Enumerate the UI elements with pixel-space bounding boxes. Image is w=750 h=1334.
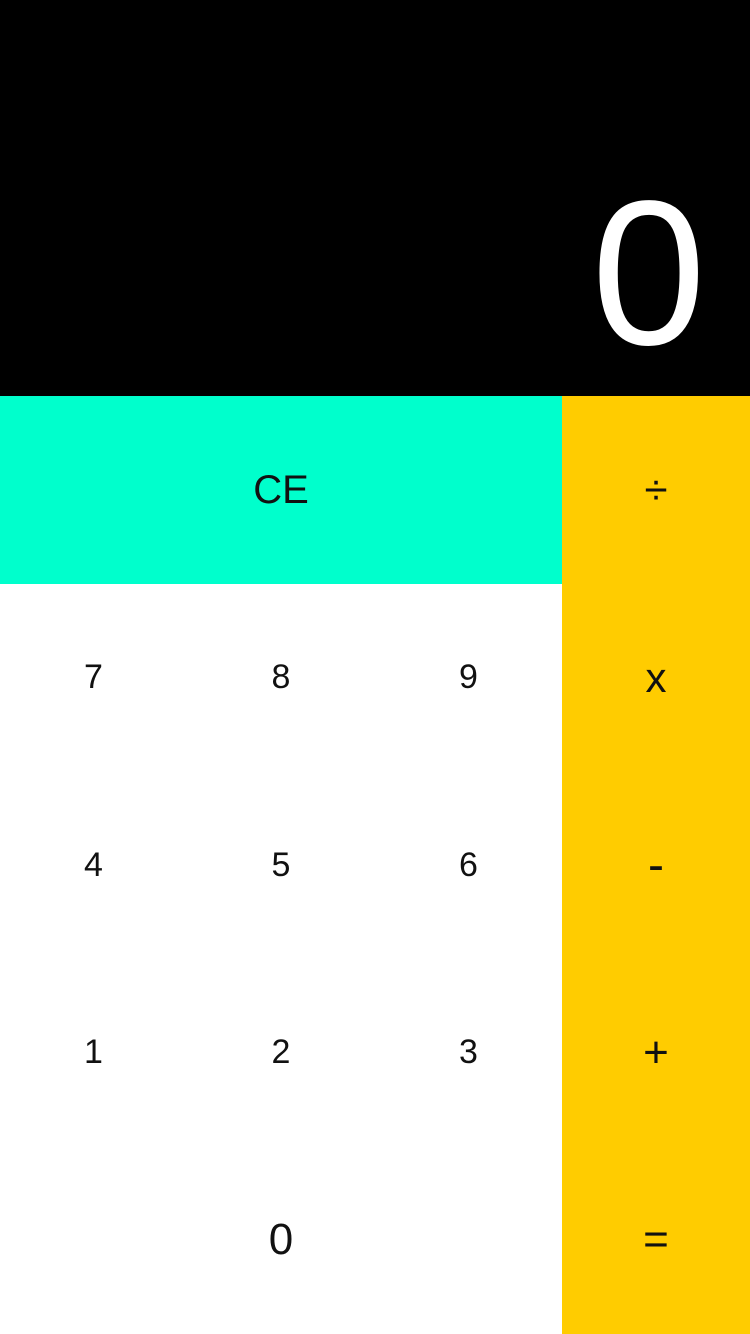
digit-2-button[interactable]: 2: [187, 959, 375, 1146]
clear-entry-button[interactable]: CE: [0, 396, 562, 584]
add-button[interactable]: +: [562, 959, 750, 1146]
digit-5-button[interactable]: 5: [187, 771, 375, 959]
digit-9-button[interactable]: 9: [375, 584, 562, 771]
display-value: 0: [591, 158, 706, 388]
display-panel: 0: [0, 0, 750, 396]
digit-4-button[interactable]: 4: [0, 771, 187, 959]
digit-1-button[interactable]: 1: [0, 959, 187, 1146]
calculator-app: 0 CE ÷ 7 8 9 x 4 5 6 - 1 2 3 + 0 =: [0, 0, 750, 1334]
subtract-button[interactable]: -: [562, 771, 750, 959]
digit-6-button[interactable]: 6: [375, 771, 562, 959]
equals-button[interactable]: =: [562, 1146, 750, 1334]
multiply-button[interactable]: x: [562, 584, 750, 771]
divide-button[interactable]: ÷: [562, 396, 750, 584]
digit-3-button[interactable]: 3: [375, 959, 562, 1146]
digit-7-button[interactable]: 7: [0, 584, 187, 771]
keypad: CE ÷ 7 8 9 x 4 5 6 - 1 2 3 + 0 =: [0, 396, 750, 1334]
digit-0-button[interactable]: 0: [187, 1146, 375, 1334]
digit-8-button[interactable]: 8: [187, 584, 375, 771]
empty-key-right: [375, 1146, 562, 1334]
empty-key-left: [0, 1146, 187, 1334]
